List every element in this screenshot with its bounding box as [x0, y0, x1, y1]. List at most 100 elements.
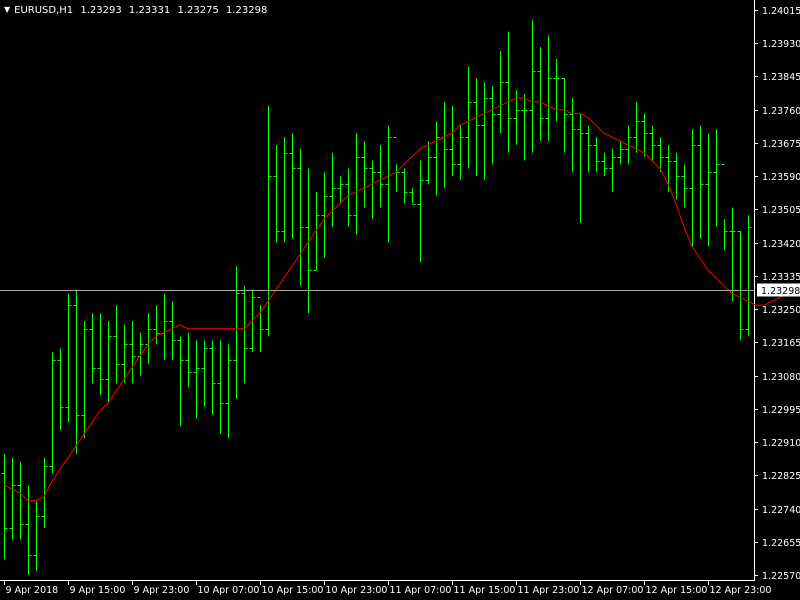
chart-root: 1.23298 1.24015 1.23930 1.23845 1.23760 1.23… [0, 0, 800, 600]
ohlc-bar [1, 453, 8, 560]
y-tick-label: 1.23080 [762, 372, 800, 383]
ohlc-bar [321, 172, 328, 259]
ohlc-bar [617, 140, 624, 165]
x-tick-label: 10 Apr 07:00 [198, 585, 260, 596]
x-tick-label: 12 Apr 23:00 [710, 585, 772, 596]
x-tick-label: 12 Apr 07:00 [582, 585, 644, 596]
ohlc-bar [497, 51, 504, 134]
x-tick-label: 10 Apr 23:00 [326, 585, 388, 596]
ohlc-bar [257, 297, 264, 353]
ohlc-bar [689, 129, 696, 247]
y-tick-label: 1.22995 [762, 405, 800, 416]
ohlc-bar [225, 344, 232, 439]
ohlc-bar [313, 191, 320, 271]
ohlc-bar [553, 58, 560, 122]
ohlc-high: 1.23331 [128, 5, 171, 16]
ohlc-bar [57, 348, 64, 431]
x-tick-label: 11 Apr 15:00 [454, 585, 516, 596]
ohlc-bar [177, 336, 184, 427]
ohlc-bar [673, 152, 680, 200]
ohlc-bar [601, 152, 608, 177]
ohlc-bar [281, 137, 288, 243]
ohlc-bar [505, 31, 512, 153]
symbol-header: ▼ EURUSD,H1 1.23293 1.23331 1.23275 1.232… [4, 3, 271, 18]
y-tick-label: 1.22825 [762, 471, 800, 482]
x-tick-label: 11 Apr 07:00 [390, 585, 452, 596]
y-tick-label: 1.23590 [762, 172, 800, 183]
ohlc-bar [537, 47, 544, 141]
ohlc-bar [9, 457, 16, 540]
ohlc-bar [425, 140, 432, 184]
ohlc-bar [481, 82, 488, 181]
ohlc-bar [585, 125, 592, 173]
ohlc-bar [289, 133, 296, 239]
x-tick-label: 10 Apr 15:00 [262, 585, 324, 596]
x-tick-label: 9 Apr 23:00 [134, 585, 190, 596]
symbol-name: EURUSD,H1 [14, 5, 74, 16]
ohlc-bar [449, 105, 456, 177]
dropdown-triangle-icon[interactable]: ▼ [4, 3, 10, 17]
y-tick-label: 1.23675 [762, 139, 800, 150]
ohlc-bar [529, 19, 536, 153]
time-axis: 9 Apr 2018 9 Apr 15:00 9 Apr 23:00 10 Apr 0… [4, 580, 772, 596]
price-chart[interactable]: 1.23298 1.24015 1.23930 1.23845 1.23760 1.23… [0, 0, 800, 600]
ohlc-bar [193, 340, 200, 419]
ohlc-bar [473, 78, 480, 177]
ohlc-bar [353, 133, 360, 235]
ohlc-bar [337, 176, 344, 204]
ohlc-bar [329, 152, 336, 228]
ohlc-bar [113, 305, 120, 384]
ohlc-bar [201, 340, 208, 407]
ohlc-bar [169, 301, 176, 360]
ohlc-bar [97, 313, 104, 396]
y-tick-label: 1.23845 [762, 72, 800, 83]
y-tick-label: 1.22740 [762, 505, 800, 516]
ohlc-bar [457, 125, 464, 181]
ohlc-bar [241, 285, 248, 384]
ohlc-bar [489, 86, 496, 165]
ohlc-bar [161, 293, 168, 360]
y-tick-label: 1.22655 [762, 538, 800, 549]
ohlc-bar [41, 457, 48, 529]
ohlc-bar [121, 324, 128, 384]
ohlc-bar [209, 340, 216, 415]
ohlc-bar [217, 340, 224, 435]
ohlc-bar [73, 289, 80, 454]
ohlc-bar [713, 129, 720, 228]
ohlc-bar [265, 105, 272, 337]
ohlc-bar [521, 94, 528, 161]
y-tick-label: 1.23930 [762, 39, 800, 50]
ohlc-bar [433, 121, 440, 196]
ohlc-bar [273, 144, 280, 243]
y-tick-label: 1.23760 [762, 106, 800, 117]
ohlc-bar [137, 332, 144, 376]
ohlc-bar [33, 500, 40, 572]
ohlc-bar [49, 352, 56, 474]
ohlc-bar [297, 148, 304, 286]
ohlc-bar [577, 113, 584, 224]
ohlc-bar [649, 125, 656, 161]
ohlc-bar [369, 160, 376, 220]
ohlc-bar [385, 125, 392, 243]
ohlc-bar [729, 207, 736, 302]
y-tick-label: 1.23250 [762, 305, 800, 316]
y-tick-label: 1.23505 [762, 205, 800, 216]
x-tick-label: 9 Apr 2018 [6, 585, 59, 596]
x-tick-label: 11 Apr 23:00 [518, 585, 580, 596]
y-tick-label: 1.22570 [762, 571, 800, 582]
bid-line-group: 1.23298 [0, 283, 800, 297]
ohlc-bar [441, 101, 448, 188]
ohlc-bar [633, 101, 640, 153]
ohlc-bar [609, 148, 616, 192]
ohlc-bar [401, 168, 408, 204]
ohlc-open: 1.23293 [80, 5, 122, 16]
ohlc-bar [185, 332, 192, 388]
y-tick-label: 1.23335 [762, 272, 800, 283]
ohlc-bar [697, 125, 704, 239]
ohlc-bar [65, 293, 72, 423]
ohlc-bar [745, 215, 752, 337]
moving-average [3, 97, 797, 502]
ohlc-bar [89, 313, 96, 384]
ohlc-bar [417, 160, 424, 263]
ohlc-bar [393, 137, 400, 192]
